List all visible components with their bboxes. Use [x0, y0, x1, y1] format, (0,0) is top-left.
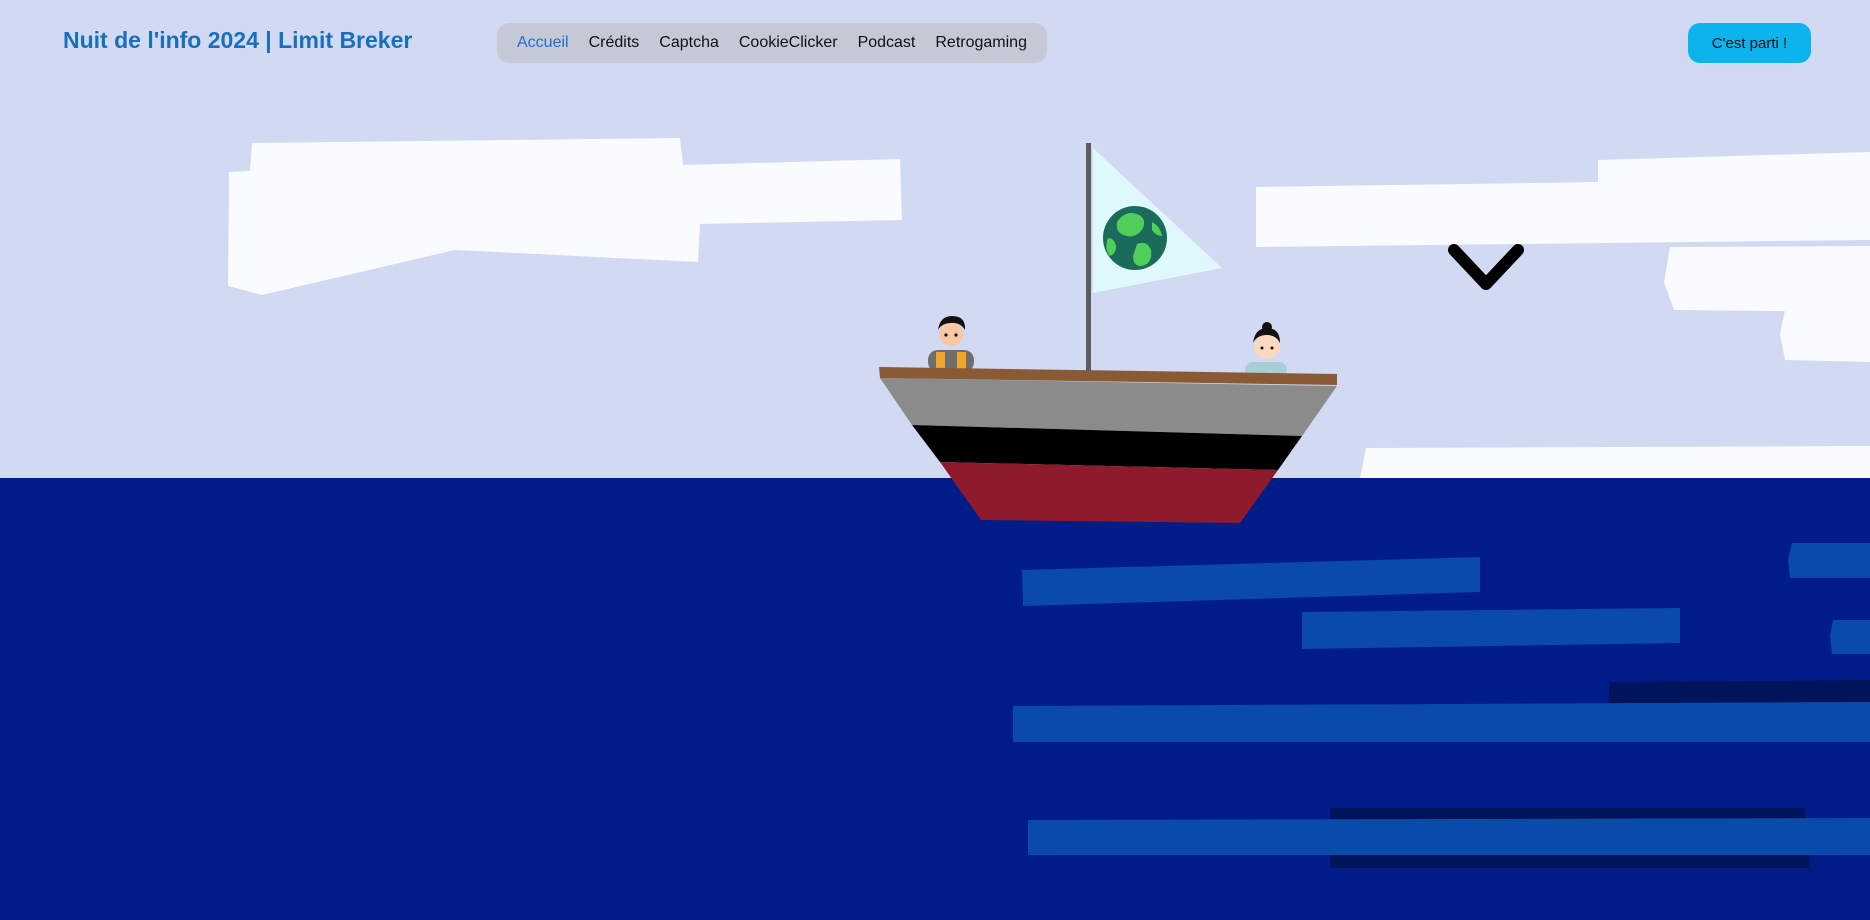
cloud-right — [1256, 152, 1870, 478]
hull-bottom — [940, 462, 1278, 523]
sailor-left — [928, 316, 974, 372]
ocean-scene — [228, 138, 1870, 868]
nav-item-accueil[interactable]: Accueil — [517, 34, 569, 52]
sailor-right — [1245, 322, 1287, 378]
mast — [1086, 143, 1091, 373]
nav-item-credits[interactable]: Crédits — [589, 34, 640, 52]
main-nav: Accueil Crédits Captcha CookieClicker Po… — [497, 23, 1047, 63]
cloud-left — [228, 138, 902, 295]
start-button[interactable]: C'est parti ! — [1688, 23, 1811, 63]
chevron-down-icon[interactable] — [1448, 244, 1524, 290]
site-title[interactable]: Nuit de l'info 2024 | Limit Breker — [63, 27, 412, 54]
nav-item-captcha[interactable]: Captcha — [659, 34, 719, 52]
nav-item-podcast[interactable]: Podcast — [858, 34, 916, 52]
earth-icon — [1103, 206, 1167, 270]
waves — [1013, 543, 1870, 868]
nav-item-retrogaming[interactable]: Retrogaming — [935, 34, 1027, 52]
nav-item-cookieclicker[interactable]: CookieClicker — [739, 34, 838, 52]
